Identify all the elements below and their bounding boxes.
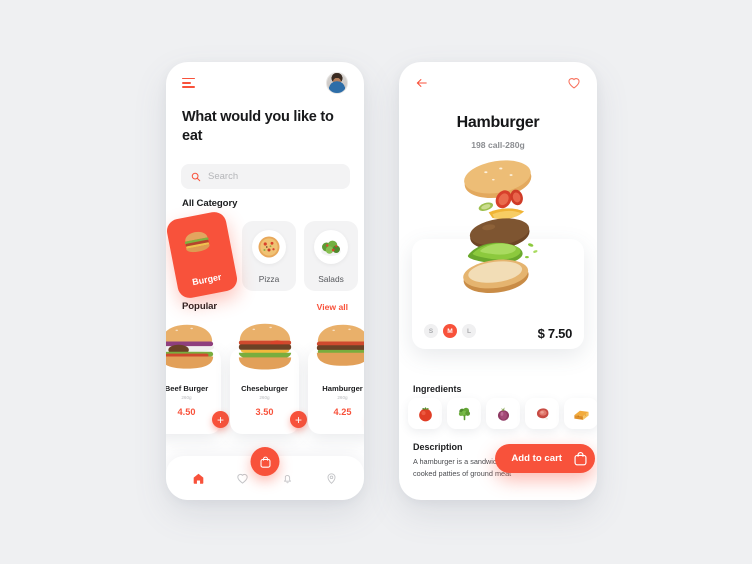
add-to-cart-button[interactable]: + [290,411,307,428]
food-weight: 260g [181,395,192,400]
ingredients-list [408,398,597,432]
lettuce-icon [458,407,470,421]
description-heading: Description [413,442,463,452]
add-to-cart-button[interactable]: + [212,411,229,428]
pizza-photo [252,230,286,264]
app-mockup-canvas: What would you like to eat All Category [0,0,752,564]
home-icon [193,473,204,484]
cheese-icon [573,410,589,420]
view-all-link[interactable]: View all [317,302,348,312]
food-name: Hamburger [322,384,363,393]
food-weight: 260g [337,395,348,400]
avatar[interactable] [326,72,348,94]
ingredient-cheese[interactable] [564,398,597,429]
food-card[interactable]: Hamburger 260g 4.25 + [308,324,364,434]
product-subtitle: 198 call-280g [471,140,525,150]
tomato-icon [418,407,432,422]
category-card-salads[interactable]: Salads [304,221,358,291]
bell-icon [283,474,291,483]
food-price: 4.25 [333,407,352,417]
nav-item-location[interactable] [321,467,343,489]
ingredient-lettuce[interactable] [447,398,481,429]
nav-item-favorites[interactable] [232,467,254,489]
hamburger-menu-icon[interactable] [182,77,196,89]
onion-icon [497,407,509,421]
shopping-bag-icon [574,451,587,466]
size-option-l[interactable]: L [462,324,476,338]
size-option-s[interactable]: S [424,324,438,338]
page-title: What would you like to eat [182,109,334,145]
add-to-cart-label: Add to cart [511,453,562,464]
product-title: Hamburger [456,114,540,131]
food-price: 3.50 [255,407,274,417]
shopping-bag-icon [259,456,271,468]
heart-icon [237,473,248,484]
nav-item-home[interactable] [187,467,209,489]
heart-outline-icon[interactable] [567,76,581,90]
hamburger-photo [316,324,364,366]
ingredients-heading: Ingredients [413,384,462,394]
ingredient-onion[interactable] [486,398,520,429]
food-card[interactable]: Cheseburger 260g 3.50 + [230,323,307,434]
nav-item-notifications[interactable] [276,467,298,489]
size-option-m[interactable]: M [443,324,457,338]
search-field[interactable] [181,164,350,189]
category-card-burger[interactable]: Burger [166,210,240,300]
product-hero-card: S M L $ 7.50 [412,239,584,349]
search-input[interactable] [208,171,340,182]
food-name: Cheseburger [241,384,288,393]
add-to-cart-button[interactable]: Add to cart [495,444,595,473]
beef-burger-photo [166,324,214,369]
detail-top-bar [399,62,597,104]
burger-photo [178,223,223,268]
food-card[interactable]: Beef Burger 260g 4.50 + [166,324,229,434]
product-price: $ 7.50 [537,326,573,341]
popular-list: Beef Burger 260g 4.50 + Cheseburger 260g… [166,318,364,443]
size-selector: S M L [424,324,476,338]
popular-heading: Popular [182,301,218,312]
category-label: Pizza [258,274,280,284]
category-list: Pizza Salads Burger [166,210,364,300]
search-icon [191,172,201,181]
back-arrow-icon[interactable] [415,76,429,90]
category-card-pizza[interactable]: Pizza [242,221,296,291]
category-label: Salads [318,274,344,284]
home-top-bar [166,62,364,104]
cheeseburger-photo [238,323,291,370]
salad-photo [314,230,348,264]
location-pin-icon [327,472,336,484]
food-weight: 260g [259,395,270,400]
phone-home-screen: What would you like to eat All Category [166,62,364,500]
meat-icon [536,408,548,420]
ingredient-tomato[interactable] [408,398,442,429]
bottom-navigation [166,447,364,500]
ingredient-meat[interactable] [525,398,559,429]
category-label: Burger [191,271,223,288]
phone-detail-screen: Hamburger 198 call-280g S M L $ 7.50 Ing… [399,62,597,500]
nav-item-cart-fab[interactable] [250,447,280,476]
all-category-heading: All Category [182,198,238,209]
food-name: Beef Burger [166,384,209,393]
